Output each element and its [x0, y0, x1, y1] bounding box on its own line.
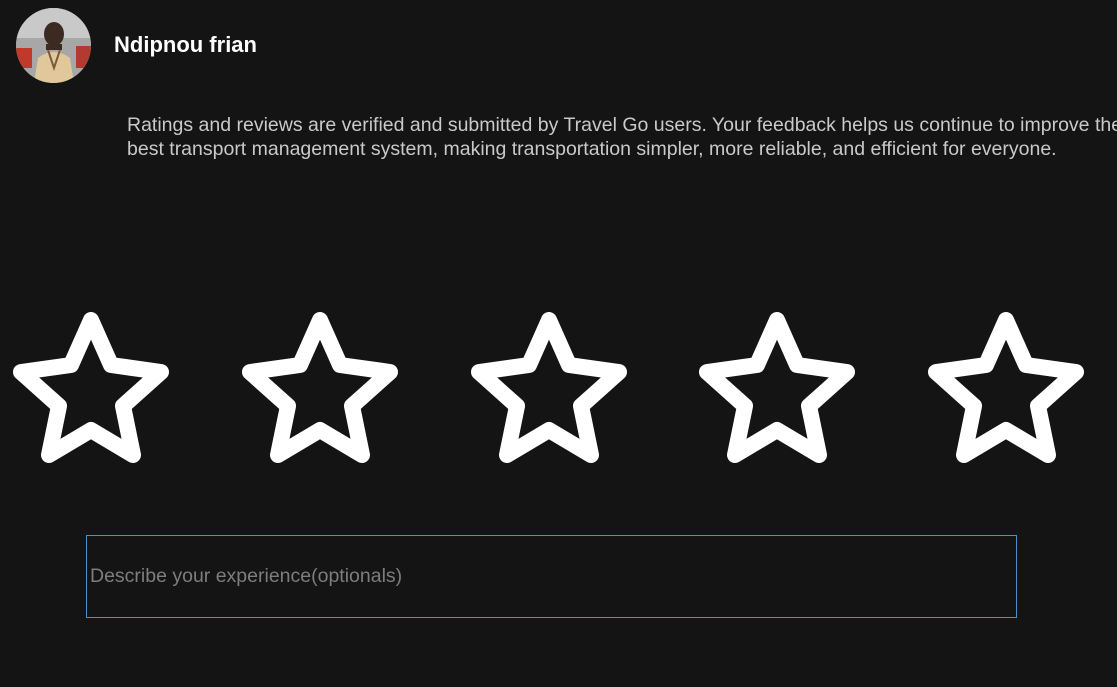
profile-photo-icon — [16, 8, 91, 83]
star-2-icon[interactable] — [240, 310, 400, 470]
star-1-icon[interactable] — [11, 310, 171, 470]
star-outline-icon — [242, 312, 398, 463]
user-name: Ndipnou frian — [114, 32, 257, 57]
star-outline-icon — [928, 312, 1084, 463]
star-rating — [0, 310, 1117, 470]
star-5-icon[interactable] — [926, 310, 1086, 470]
review-input[interactable] — [86, 535, 1017, 618]
star-4-icon[interactable] — [697, 310, 857, 470]
star-3-icon[interactable] — [469, 310, 629, 470]
review-disclaimer: Ratings and reviews are verified and sub… — [127, 114, 1117, 160]
star-outline-icon — [699, 312, 855, 463]
star-outline-icon — [471, 312, 627, 463]
star-outline-icon — [13, 312, 169, 463]
rating-page: Ndipnou frian Ratings and reviews are ve… — [0, 0, 1117, 687]
avatar[interactable] — [16, 8, 91, 83]
